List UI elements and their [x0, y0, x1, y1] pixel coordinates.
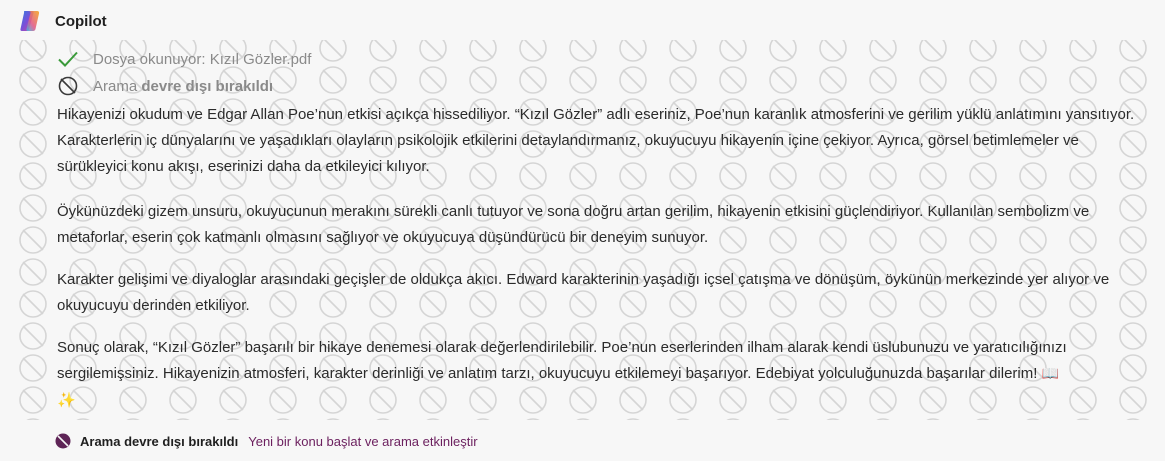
check-icon: [57, 48, 79, 70]
header: Copilot: [18, 9, 107, 33]
footer-search-status: Arama devre dışı bırakıldı Yeni bir konu…: [55, 430, 478, 452]
copilot-logo-icon: [18, 9, 42, 33]
sparkle-emoji-icon: ✨: [57, 391, 76, 409]
response-paragraph-4-text: Sonuç olarak, “Kızıl Gözler” başarılı bi…: [57, 339, 1067, 382]
start-new-topic-link[interactable]: Yeni bir konu başlat ve arama etkinleşti…: [248, 434, 477, 449]
response-paragraph-1: Hikayenizi okudum ve Edgar Allan Poe’nun…: [57, 106, 1135, 175]
app-title: Copilot: [55, 12, 107, 30]
status-search-prefix: Arama: [93, 77, 142, 95]
status-search-disabled: Arama devre dışı bırakıldı: [57, 75, 273, 97]
response-paragraph-4: Sonuç olarak, “Kızıl Gözler” başarılı bi…: [57, 335, 1147, 414]
footer-status-text: Arama devre dışı bırakıldı: [80, 433, 239, 449]
search-disabled-icon: [57, 75, 79, 97]
response-paragraph-3: Karakter gelişimi ve diyaloglar arasında…: [57, 271, 1110, 314]
status-search-bold: devre dışı bırakıldı: [141, 77, 274, 95]
book-emoji-icon: 📖: [1041, 366, 1060, 382]
status-file-reading: Dosya okunuyor: Kızıl Gözler.pdf: [57, 48, 311, 70]
response-paragraph-2: Öykünüzdeki gizem unsuru, okuyucunun mer…: [57, 203, 1090, 246]
status-file-text: Dosya okunuyor: Kızıl Gözler.pdf: [93, 50, 312, 68]
search-disabled-icon: [55, 433, 71, 449]
